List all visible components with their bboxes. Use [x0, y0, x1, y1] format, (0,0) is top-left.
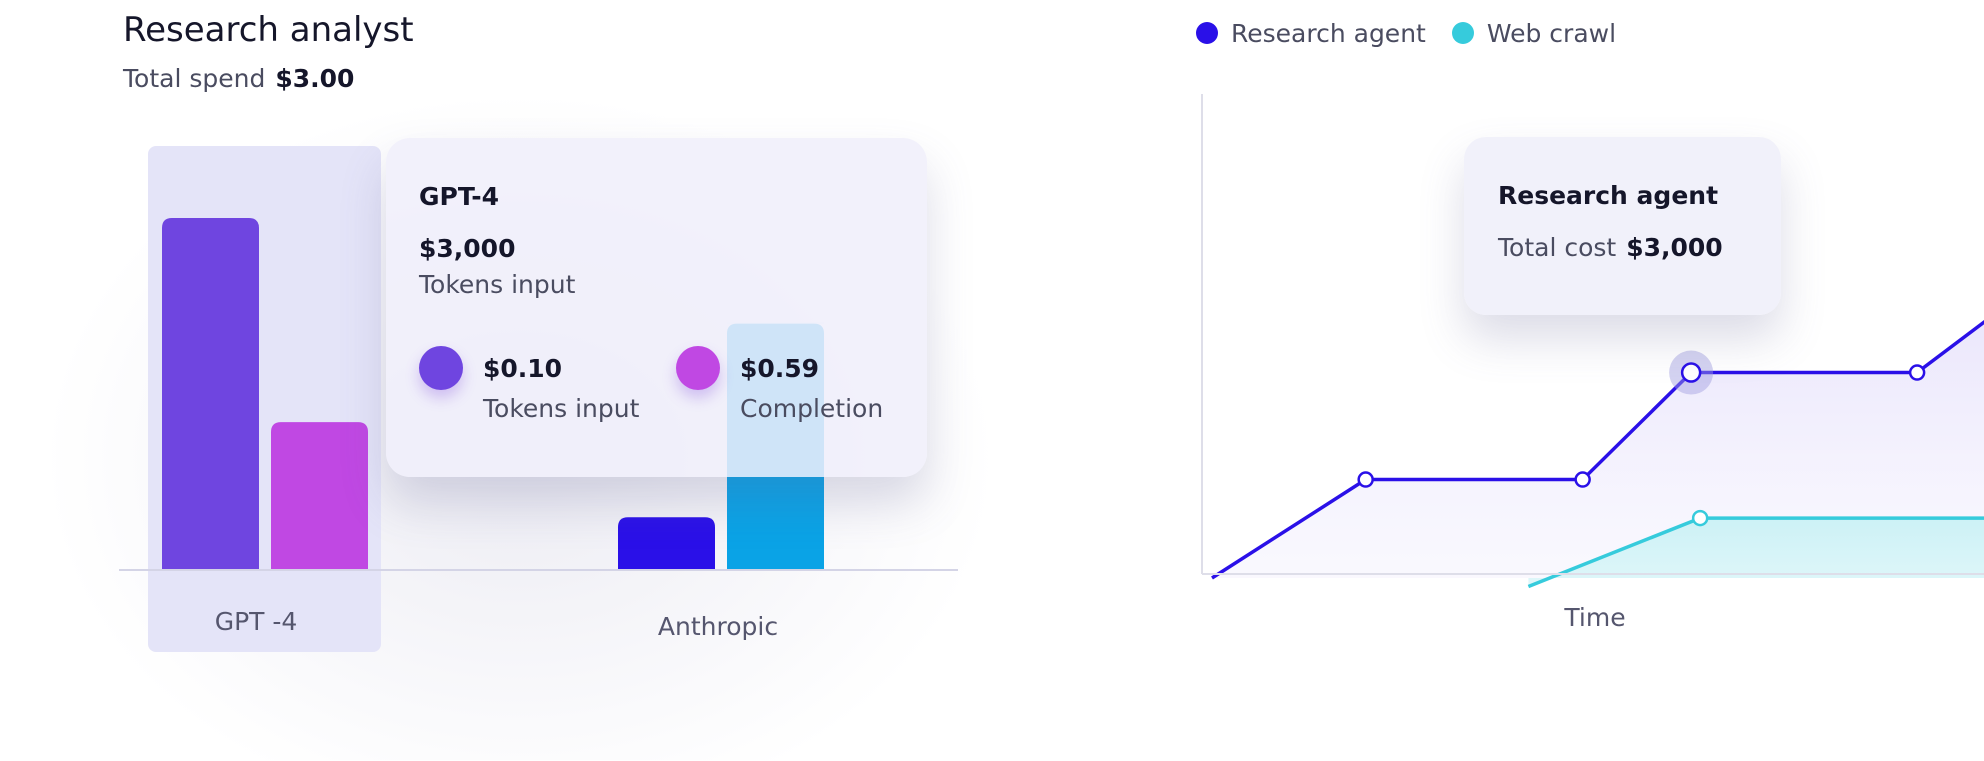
- legend-item-research-agent[interactable]: Research agent: [1196, 19, 1426, 48]
- bar: [271, 422, 368, 570]
- line-tooltip-label: Total cost: [1498, 233, 1617, 262]
- research-agent-point: [1357, 471, 1374, 488]
- bar-tooltip: GPT-4 $3,000 Tokens input $0.10 Tokens i…: [386, 138, 927, 477]
- research-agent-point: [1908, 364, 1926, 381]
- bar-tooltip-amount: $3,000: [419, 234, 516, 263]
- bar-tooltip-item-value: $0.10: [483, 354, 563, 383]
- bar-tooltip-item-label: Completion: [740, 394, 884, 423]
- bar: [162, 218, 259, 570]
- research-agent-point: [1574, 471, 1591, 488]
- legend-label: Research agent: [1231, 18, 1426, 48]
- x-tick-label: Anthropic: [658, 612, 778, 641]
- legend-label: Web crawl: [1486, 18, 1617, 48]
- bar-tooltip-amount-label: Tokens input: [419, 270, 576, 299]
- research-agent-dot-icon: [1196, 22, 1218, 44]
- x-tick-label: GPT -4: [215, 607, 298, 636]
- completion-dot-icon: [676, 346, 720, 390]
- line-tooltip: Research agent Total cost $3,000: [1464, 137, 1781, 315]
- web-crawl-point: [1691, 509, 1709, 527]
- line-tooltip-value: $3,000: [1626, 233, 1723, 262]
- bar-tooltip-item-label: Tokens input: [483, 394, 640, 423]
- line-legend: Research agent Web crawl: [1196, 16, 1642, 50]
- bar-tooltip-title: GPT-4: [419, 182, 499, 211]
- bar: [618, 517, 715, 570]
- line-tooltip-title: Research agent: [1498, 181, 1719, 210]
- research-agent-point: [1680, 362, 1702, 383]
- line-tooltip-cost: Total cost $3,000: [1498, 233, 1723, 262]
- legend-item-web-crawl[interactable]: Web crawl: [1451, 18, 1617, 48]
- bar-tooltip-item-value: $0.59: [740, 354, 820, 383]
- web-crawl-dot-icon: [1451, 22, 1474, 44]
- tokens-dot-icon: [419, 346, 463, 390]
- x-axis-label: Time: [1563, 603, 1625, 632]
